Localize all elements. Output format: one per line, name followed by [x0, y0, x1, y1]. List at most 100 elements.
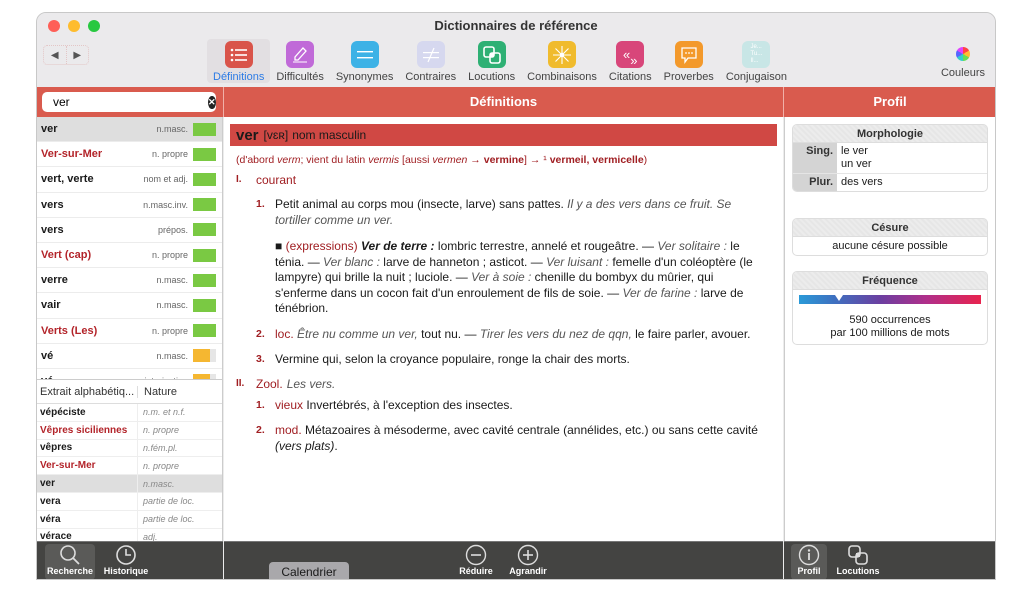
- example-text: Tirer les vers du nez de qqn,: [479, 326, 632, 341]
- section-label: Zool.: [256, 376, 283, 391]
- etym-link-vermeil[interactable]: vermeil, vermicelle: [550, 154, 644, 166]
- back-button[interactable]: ◀: [44, 46, 66, 64]
- result-nature: nom et adj.: [143, 174, 188, 185]
- alpha-row[interactable]: Ver-sur-Mer n. propre: [37, 457, 222, 476]
- result-row[interactable]: Ver-sur-Mer n. propre: [37, 142, 222, 168]
- frequency-bar-fill: [193, 147, 216, 161]
- expression: Ver blanc :: [323, 254, 380, 269]
- alpha-word: vérace: [37, 528, 138, 541]
- definition-text: Vermine qui, selon la croyance populaire…: [275, 352, 630, 366]
- alpha-row[interactable]: vérace adj.: [37, 528, 222, 541]
- etym-text: →: [467, 154, 484, 166]
- alpha-row[interactable]: ver n.masc.: [37, 475, 222, 493]
- results-list[interactable]: ver n.masc. Ver-sur-Mer n. propre vert, vert…: [37, 117, 222, 379]
- result-word: vé: [41, 375, 144, 379]
- definition-5: 2. mod. Métazoaires à mésoderme, avec ca…: [256, 423, 767, 454]
- window-title: Dictionnaires de référence: [434, 18, 598, 33]
- result-nature: n. propre: [151, 149, 188, 160]
- result-row[interactable]: véinterjection: [37, 369, 222, 379]
- tab-proverbes[interactable]: Proverbes: [658, 39, 720, 83]
- tab-difficultes[interactable]: Difficultés: [270, 39, 329, 83]
- tab-definitions[interactable]: Définitions: [207, 39, 271, 83]
- frequency-bar-fill: [193, 223, 216, 237]
- frequency-bar-fill: [193, 273, 216, 287]
- cesure-box: Césure aucune césure possible: [792, 218, 988, 256]
- nav-buttons: ◀ ▶: [43, 45, 89, 65]
- definition-number: 3.: [256, 353, 265, 365]
- etym-link-vermine[interactable]: vermine: [484, 154, 524, 166]
- triangle-right-icon: ▶: [73, 49, 82, 61]
- result-row[interactable]: vair n.masc.: [37, 293, 222, 319]
- not-equal-icon: [416, 41, 445, 68]
- zoom-out-button[interactable]: Réduire: [454, 544, 498, 576]
- alpha-row[interactable]: véra partie de loc.: [37, 510, 222, 529]
- definition-number: 2.: [256, 424, 265, 436]
- result-word: ver: [41, 123, 58, 136]
- tab-conjugaison[interactable]: Je... Tu... Il... Conjugaison: [720, 39, 793, 83]
- forward-button[interactable]: ▶: [65, 46, 89, 64]
- calendar-tab[interactable]: Calendrier: [269, 562, 349, 579]
- result-row[interactable]: Vert (cap) n. propre: [37, 243, 222, 269]
- search-field[interactable]: ✕: [42, 92, 216, 112]
- result-nature: n.masc.: [156, 124, 188, 135]
- search-icon: [60, 545, 80, 565]
- overlap-squares-icon: [848, 545, 868, 565]
- center-bottom-bar: Calendrier Réduire Agrandir: [224, 541, 783, 579]
- result-word: Vert (cap): [41, 249, 92, 262]
- alpha-word: vépéciste: [37, 404, 138, 421]
- alpha-row[interactable]: vera partie de loc.: [37, 492, 222, 511]
- frequency-text: 590 occurrences par 100 millions de mots: [793, 304, 987, 344]
- frequency-gauge: [799, 295, 981, 304]
- alpha-nature: n.fém.pl.: [143, 442, 178, 453]
- etym-italic: vermis: [368, 154, 400, 166]
- tab-combinaisons[interactable]: Combinaisons: [521, 39, 603, 83]
- square-bullet-icon: ■: [275, 239, 283, 253]
- frequency-unit: par 100 millions de mots: [830, 327, 950, 339]
- alpha-row[interactable]: vépéciste n.m. et n.f.: [37, 404, 222, 422]
- result-row[interactable]: Verts (Les) n. propre: [37, 319, 222, 344]
- colors-button[interactable]: Couleurs: [941, 47, 985, 79]
- result-row[interactable]: vert, verte nom et adj.: [37, 167, 222, 193]
- cesure-title: Césure: [793, 219, 987, 237]
- frequency-bar: [193, 198, 216, 212]
- tab-label: Définitions: [213, 71, 265, 83]
- result-row[interactable]: vé n.masc.: [37, 344, 222, 369]
- tab-contraires[interactable]: Contraires: [399, 39, 462, 83]
- list-icon: [224, 41, 253, 68]
- right-bottom-bar: Profil Locutions: [784, 541, 995, 579]
- tab-synonymes[interactable]: Synonymes: [330, 39, 399, 83]
- plural-row: Plur. des vers: [793, 174, 987, 191]
- etym-italic: vermen: [432, 154, 468, 166]
- result-row[interactable]: vers prépos.: [37, 218, 222, 243]
- search-tab-button[interactable]: Recherche: [45, 544, 95, 579]
- result-row[interactable]: verre n.masc.: [37, 268, 222, 294]
- result-row[interactable]: ver n.masc.: [37, 117, 222, 143]
- profile-tab-label: Profil: [797, 566, 821, 576]
- column-header-extract[interactable]: Extrait alphabétiq...: [37, 385, 138, 398]
- tab-citations[interactable]: «» Citations: [603, 39, 658, 83]
- column-header-nature[interactable]: Nature: [138, 386, 177, 398]
- search-input[interactable]: [53, 95, 208, 109]
- alpha-nature: n. propre: [143, 425, 180, 436]
- alpha-row[interactable]: vêpres n.fém.pl.: [37, 439, 222, 458]
- result-row[interactable]: vers n.masc.inv.: [37, 193, 222, 218]
- locutions-tab-button[interactable]: Locutions: [834, 544, 882, 579]
- alpha-nature: partie de loc.: [143, 514, 195, 525]
- profile-tab-button[interactable]: Profil: [791, 544, 827, 579]
- tab-locutions[interactable]: Locutions: [462, 39, 521, 83]
- alpha-word: vêpres: [37, 439, 138, 457]
- etym-text: (d'abord: [236, 154, 278, 166]
- plural-form: des vers: [841, 176, 883, 188]
- history-tab-button[interactable]: Historique: [101, 544, 151, 579]
- zoom-in-button[interactable]: Agrandir: [506, 544, 550, 576]
- definition-number: 1.: [256, 198, 265, 210]
- result-word: verre: [41, 274, 68, 287]
- frequency-bar: [193, 172, 216, 186]
- frequency-bar: [193, 223, 216, 237]
- alpha-row[interactable]: Vêpres siciliennes n. propre: [37, 421, 222, 440]
- frequency-box: Fréquence 590 occurrences par 100 millio…: [792, 271, 988, 345]
- singular-row: Sing. le ver un ver: [793, 143, 987, 174]
- app-window: Dictionnaires de référence ◀ ▶ Définitio…: [36, 12, 996, 580]
- clear-search-icon[interactable]: ✕: [208, 95, 216, 109]
- minus-circle-icon: [465, 544, 487, 566]
